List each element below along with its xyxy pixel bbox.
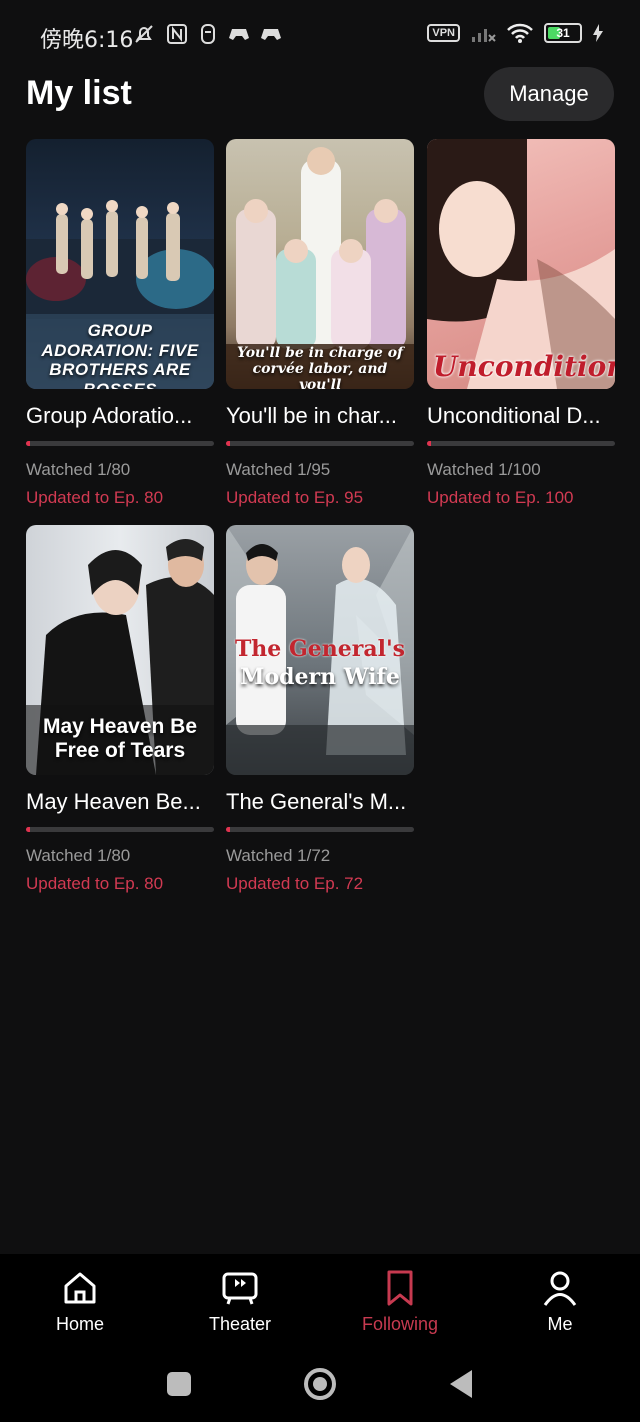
nav-me[interactable]: Me xyxy=(480,1254,640,1350)
home-system-button[interactable] xyxy=(304,1368,336,1400)
back-button[interactable] xyxy=(450,1370,472,1398)
poster-image[interactable]: May Heaven Be Free of Tears xyxy=(26,525,214,775)
theater-icon xyxy=(222,1272,258,1305)
home-icon xyxy=(64,1272,96,1304)
gamepad-icon xyxy=(229,29,249,40)
poster-caption: You'll be in charge of corvée labor, and… xyxy=(236,345,404,389)
progress-bar xyxy=(26,827,214,832)
list-item[interactable]: GROUP ADORATION: FIVE BROTHERS ARE BOSSE… xyxy=(26,139,214,508)
status-time: 傍晚6:16 xyxy=(40,28,134,53)
nav-home[interactable]: Home xyxy=(0,1254,160,1350)
card-title[interactable]: Unconditional D... xyxy=(427,403,615,429)
updated-episode: Updated to Ep. 80 xyxy=(26,874,164,893)
poster-caption: Modern Wife xyxy=(240,664,400,690)
app-notification-icon xyxy=(201,24,215,44)
poster-image[interactable]: The General's Modern Wife xyxy=(226,525,414,775)
wifi-icon xyxy=(507,23,533,43)
poster-caption: GROUP ADORATION: FIVE BROTHERS ARE BOSSE… xyxy=(41,321,199,389)
card-title[interactable]: May Heaven Be... xyxy=(26,789,214,815)
muted-bell-icon xyxy=(135,25,153,43)
progress-fill xyxy=(427,441,431,446)
bookmark-icon xyxy=(387,1270,413,1306)
updated-episode: Updated to Ep. 80 xyxy=(26,488,164,507)
watched-count: Watched 1/100 xyxy=(427,460,541,479)
updated-episode: Updated to Ep. 72 xyxy=(226,874,364,893)
charging-icon xyxy=(593,24,603,42)
watched-count: Watched 1/72 xyxy=(226,846,331,865)
vpn-badge: VPN xyxy=(427,24,460,42)
manage-button[interactable]: Manage xyxy=(484,67,614,121)
nav-theater-label: Theater xyxy=(208,1314,272,1334)
poster-caption: The General's xyxy=(234,636,406,662)
gamepad-icon xyxy=(261,29,281,40)
poster-caption: May Heaven Be Free of Tears xyxy=(42,715,198,763)
progress-fill xyxy=(226,827,230,832)
status-bar: 傍晚6:16 VPN 31 xyxy=(0,0,640,70)
card-title[interactable]: You'll be in char... xyxy=(226,403,414,429)
poster-image[interactable]: Unconditional xyxy=(427,139,615,389)
signal-icon xyxy=(472,29,496,42)
card-title[interactable]: Group Adoratio... xyxy=(26,403,214,429)
poster-caption: Unconditional xyxy=(433,350,615,383)
watched-count: Watched 1/80 xyxy=(26,846,131,865)
progress-bar xyxy=(427,441,615,446)
battery-indicator: 31 xyxy=(544,23,582,43)
list-item[interactable]: Unconditional Unconditional D... Watched… xyxy=(427,139,615,508)
nav-me-label: Me xyxy=(547,1314,573,1334)
watched-count: Watched 1/95 xyxy=(226,460,331,479)
updated-episode: Updated to Ep. 100 xyxy=(427,488,574,507)
bottom-nav: Home Theater Following Me xyxy=(0,1254,640,1350)
poster-image[interactable]: You'll be in charge of corvée labor, and… xyxy=(226,139,414,389)
progress-bar xyxy=(226,441,414,446)
page-title: My list xyxy=(26,74,132,112)
progress-fill xyxy=(26,827,30,832)
list-item[interactable]: May Heaven Be Free of Tears May Heaven B… xyxy=(26,525,214,894)
progress-bar xyxy=(226,827,414,832)
user-icon xyxy=(543,1271,577,1306)
poster-image[interactable]: GROUP ADORATION: FIVE BROTHERS ARE BOSSE… xyxy=(26,139,214,389)
list-item[interactable]: You'll be in charge of corvée labor, and… xyxy=(226,139,414,508)
status-icons-left xyxy=(132,22,282,46)
recent-apps-button[interactable] xyxy=(167,1372,191,1396)
progress-fill xyxy=(226,441,230,446)
nav-home-label: Home xyxy=(55,1314,104,1334)
status-icons-right: VPN 31 xyxy=(427,22,604,44)
list-item[interactable]: The General's Modern Wife The General's … xyxy=(226,525,414,894)
nav-following[interactable]: Following xyxy=(320,1254,480,1350)
nfc-icon xyxy=(167,24,187,44)
card-title[interactable]: The General's M... xyxy=(226,789,414,815)
nav-theater[interactable]: Theater xyxy=(160,1254,320,1350)
progress-bar xyxy=(26,441,214,446)
updated-episode: Updated to Ep. 95 xyxy=(226,488,364,507)
nav-following-label: Following xyxy=(361,1314,439,1334)
system-nav-bar xyxy=(0,1350,640,1422)
progress-fill xyxy=(26,441,30,446)
watched-count: Watched 1/80 xyxy=(26,460,131,479)
